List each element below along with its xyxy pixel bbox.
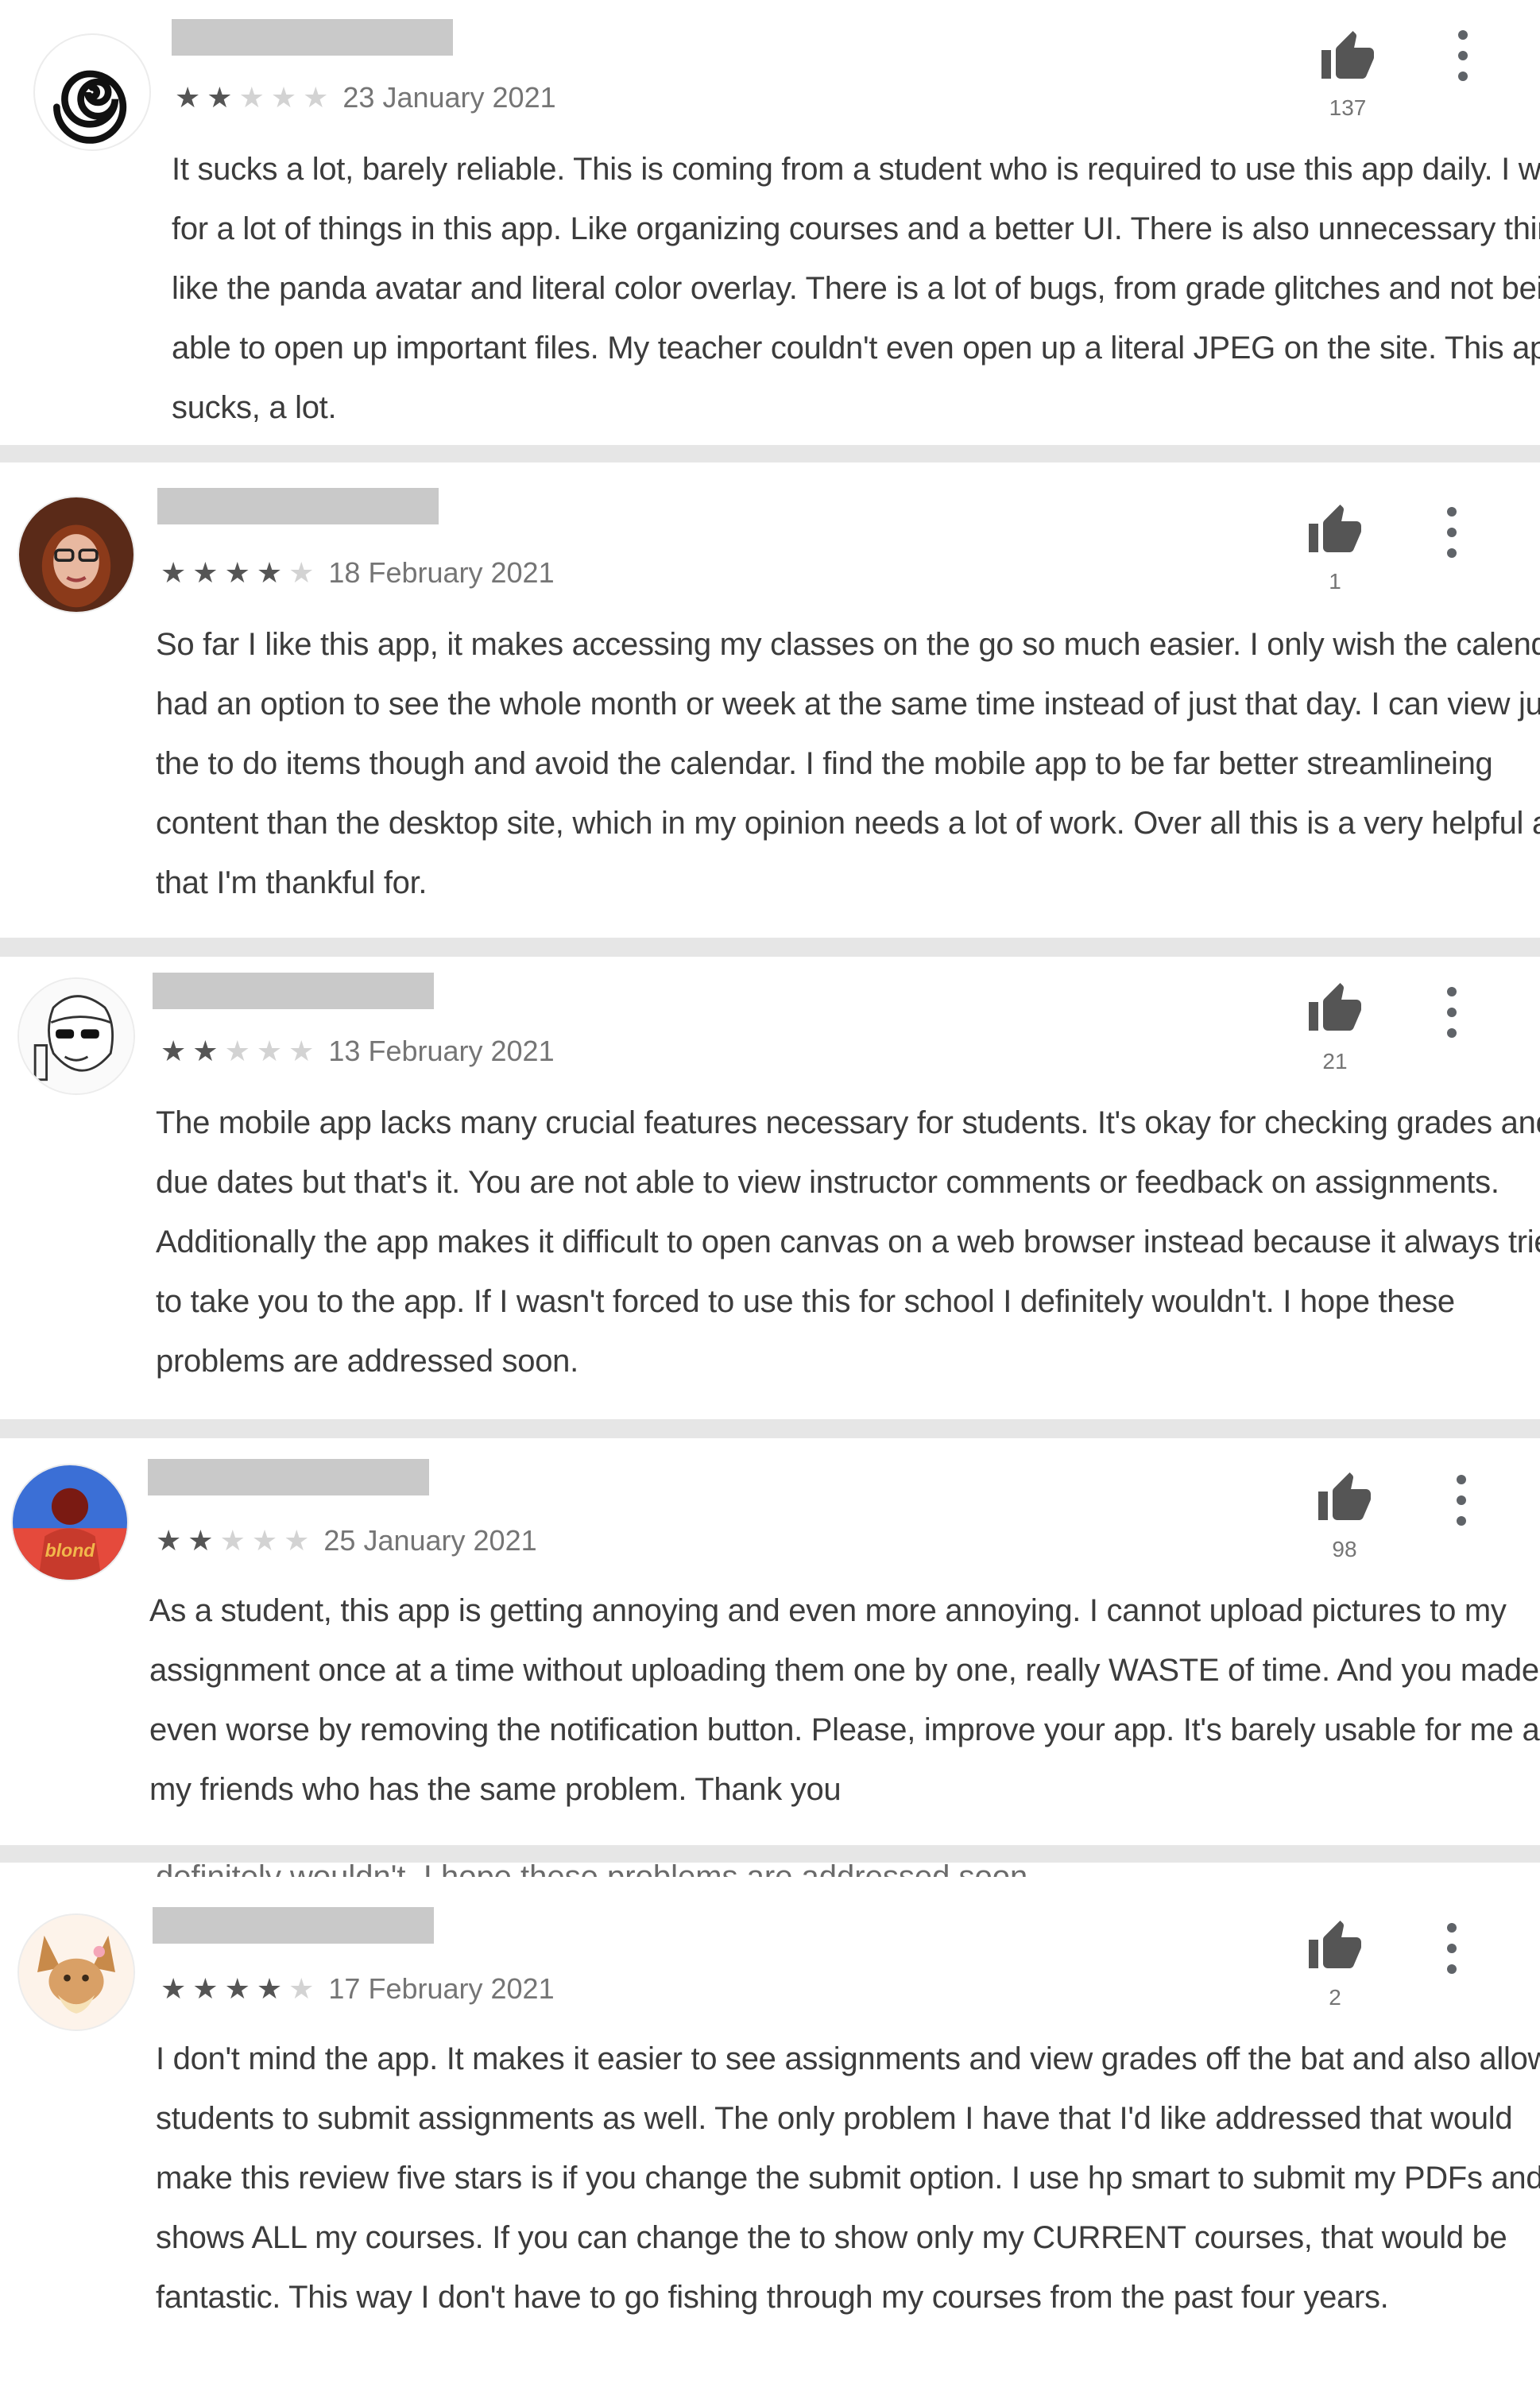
reviewer-name-redacted: [172, 19, 453, 56]
reviewer-avatar: blond: [11, 1464, 129, 1581]
review-divider: [0, 938, 1540, 957]
more-options-icon: [1458, 30, 1468, 40]
review-divider: [0, 1845, 1540, 1863]
rating-row: ★ ★ ★ ★ ★ 23 January 2021: [175, 79, 556, 116]
rating-row: ★ ★ ★ ★ ★ 18 February 2021: [161, 555, 555, 591]
reviewer-avatar: [33, 33, 151, 151]
star-empty-icon: ★: [256, 1035, 283, 1067]
review-card: ★ ★ ★ ★ ★ 17 February 2021 2 I don't mind th…: [0, 1885, 1540, 2395]
thumbs-up-icon: [1309, 505, 1361, 552]
clipped-text-fragment: definitely wouldn't. I hope these proble…: [156, 1861, 1036, 1877]
star-rating: ★ ★ ★ ★ ★: [161, 559, 314, 587]
star-filled-icon: ★: [175, 81, 201, 114]
star-filled-icon: ★: [156, 1524, 182, 1557]
review-text: It sucks a lot, barely reliable. This is…: [172, 152, 1540, 425]
star-empty-icon: ★: [251, 1524, 278, 1557]
helpful-count: 21: [1322, 1049, 1348, 1074]
review-card: ★ ★ ★ ★ ★ 18 February 2021 1 So far I like t…: [0, 462, 1540, 938]
review-date: 13 February 2021: [328, 1035, 555, 1067]
star-rating: ★ ★ ★ ★ ★: [175, 83, 328, 112]
rating-row: ★ ★ ★ ★ ★ 25 January 2021: [156, 1523, 537, 1559]
star-empty-icon: ★: [288, 556, 315, 589]
review-divider: [0, 1419, 1540, 1438]
review-date: 18 February 2021: [328, 556, 555, 589]
more-options-button[interactable]: [1440, 1923, 1464, 1974]
star-empty-icon: ★: [219, 1524, 246, 1557]
star-empty-icon: ★: [224, 1035, 250, 1067]
star-filled-icon: ★: [161, 1972, 187, 2005]
thumbs-up-icon: [1309, 1921, 1361, 1968]
star-filled-icon: ★: [256, 556, 283, 589]
review-text: As a student, this app is getting annoyi…: [149, 1593, 1540, 1807]
star-filled-icon: ★: [256, 1972, 283, 2005]
review-text: So far I like this app, it makes accessi…: [156, 627, 1540, 900]
avatar-label: blond: [45, 1540, 96, 1561]
star-filled-icon: ★: [207, 81, 233, 114]
helpful-count: 2: [1329, 1985, 1341, 2010]
star-empty-icon: ★: [303, 81, 329, 114]
reviewer-avatar: [17, 1913, 135, 2031]
more-options-button[interactable]: [1440, 987, 1464, 1038]
star-rating: ★ ★ ★ ★ ★: [161, 1037, 314, 1066]
reviewer-name-redacted: [157, 488, 439, 524]
review-card: ★ ★ ★ ★ ★ 13 February 2021 21 The mobile app…: [0, 957, 1540, 1419]
star-filled-icon: ★: [161, 1035, 187, 1067]
review-divider: [0, 445, 1540, 462]
thumbs-up-icon: [1321, 31, 1374, 79]
reviewer-name-redacted: [148, 1459, 429, 1495]
review-text: I don't mind the app. It makes it easier…: [156, 2041, 1540, 2315]
star-filled-icon: ★: [161, 556, 187, 589]
star-filled-icon: ★: [224, 1972, 250, 2005]
reviewer-name-redacted: [153, 1907, 434, 1944]
star-filled-icon: ★: [188, 1524, 214, 1557]
reviewer-name-redacted: [153, 973, 434, 1009]
thumbs-up-icon: [1318, 1472, 1371, 1520]
star-filled-icon: ★: [192, 1972, 219, 2005]
star-empty-icon: ★: [270, 81, 297, 114]
more-options-button[interactable]: [1449, 1475, 1473, 1526]
star-rating: ★ ★ ★ ★ ★: [161, 1975, 314, 2003]
helpful-count: 1: [1329, 569, 1341, 594]
star-filled-icon: ★: [192, 556, 219, 589]
more-options-button[interactable]: [1451, 30, 1475, 81]
helpful-thumbs-up-button[interactable]: [1305, 502, 1365, 559]
review-text: The mobile app lacks many crucial featur…: [156, 1105, 1540, 1379]
star-filled-icon: ★: [192, 1035, 219, 1067]
review-card: blond ★ ★ ★ ★ ★ 25 January 2021 98 As a stud…: [0, 1438, 1540, 1845]
star-empty-icon: ★: [284, 1524, 310, 1557]
thumbs-up-icon: [1309, 983, 1361, 1031]
helpful-count: 137: [1329, 95, 1367, 120]
more-options-icon: [1447, 1923, 1457, 1933]
rating-row: ★ ★ ★ ★ ★ 17 February 2021: [161, 1971, 555, 2007]
rating-row: ★ ★ ★ ★ ★ 13 February 2021: [161, 1033, 555, 1070]
review-date: 23 January 2021: [342, 81, 556, 114]
more-options-icon: [1457, 1475, 1466, 1484]
star-empty-icon: ★: [238, 81, 265, 114]
review-date: 25 January 2021: [323, 1524, 537, 1557]
helpful-thumbs-up-button[interactable]: [1305, 1918, 1365, 1975]
helpful-thumbs-up-button[interactable]: [1305, 981, 1365, 1038]
review-date: 17 February 2021: [328, 1972, 555, 2005]
spiral-avatar-icon: [37, 37, 148, 148]
reviewer-avatar: [17, 977, 135, 1095]
more-options-icon: [1447, 507, 1457, 517]
star-empty-icon: ★: [288, 1972, 315, 2005]
more-options-icon: [1447, 987, 1457, 996]
helpful-thumbs-up-button[interactable]: [1318, 29, 1378, 86]
reviewer-avatar: [17, 496, 135, 613]
star-rating: ★ ★ ★ ★ ★: [156, 1526, 309, 1555]
helpful-thumbs-up-button[interactable]: [1314, 1470, 1375, 1527]
star-empty-icon: ★: [288, 1035, 315, 1067]
more-options-button[interactable]: [1440, 507, 1464, 558]
star-filled-icon: ★: [224, 556, 250, 589]
review-card: ★ ★ ★ ★ ★ 23 January 2021 137 It sucks a lot…: [0, 0, 1540, 445]
helpful-count: 98: [1332, 1537, 1357, 1561]
